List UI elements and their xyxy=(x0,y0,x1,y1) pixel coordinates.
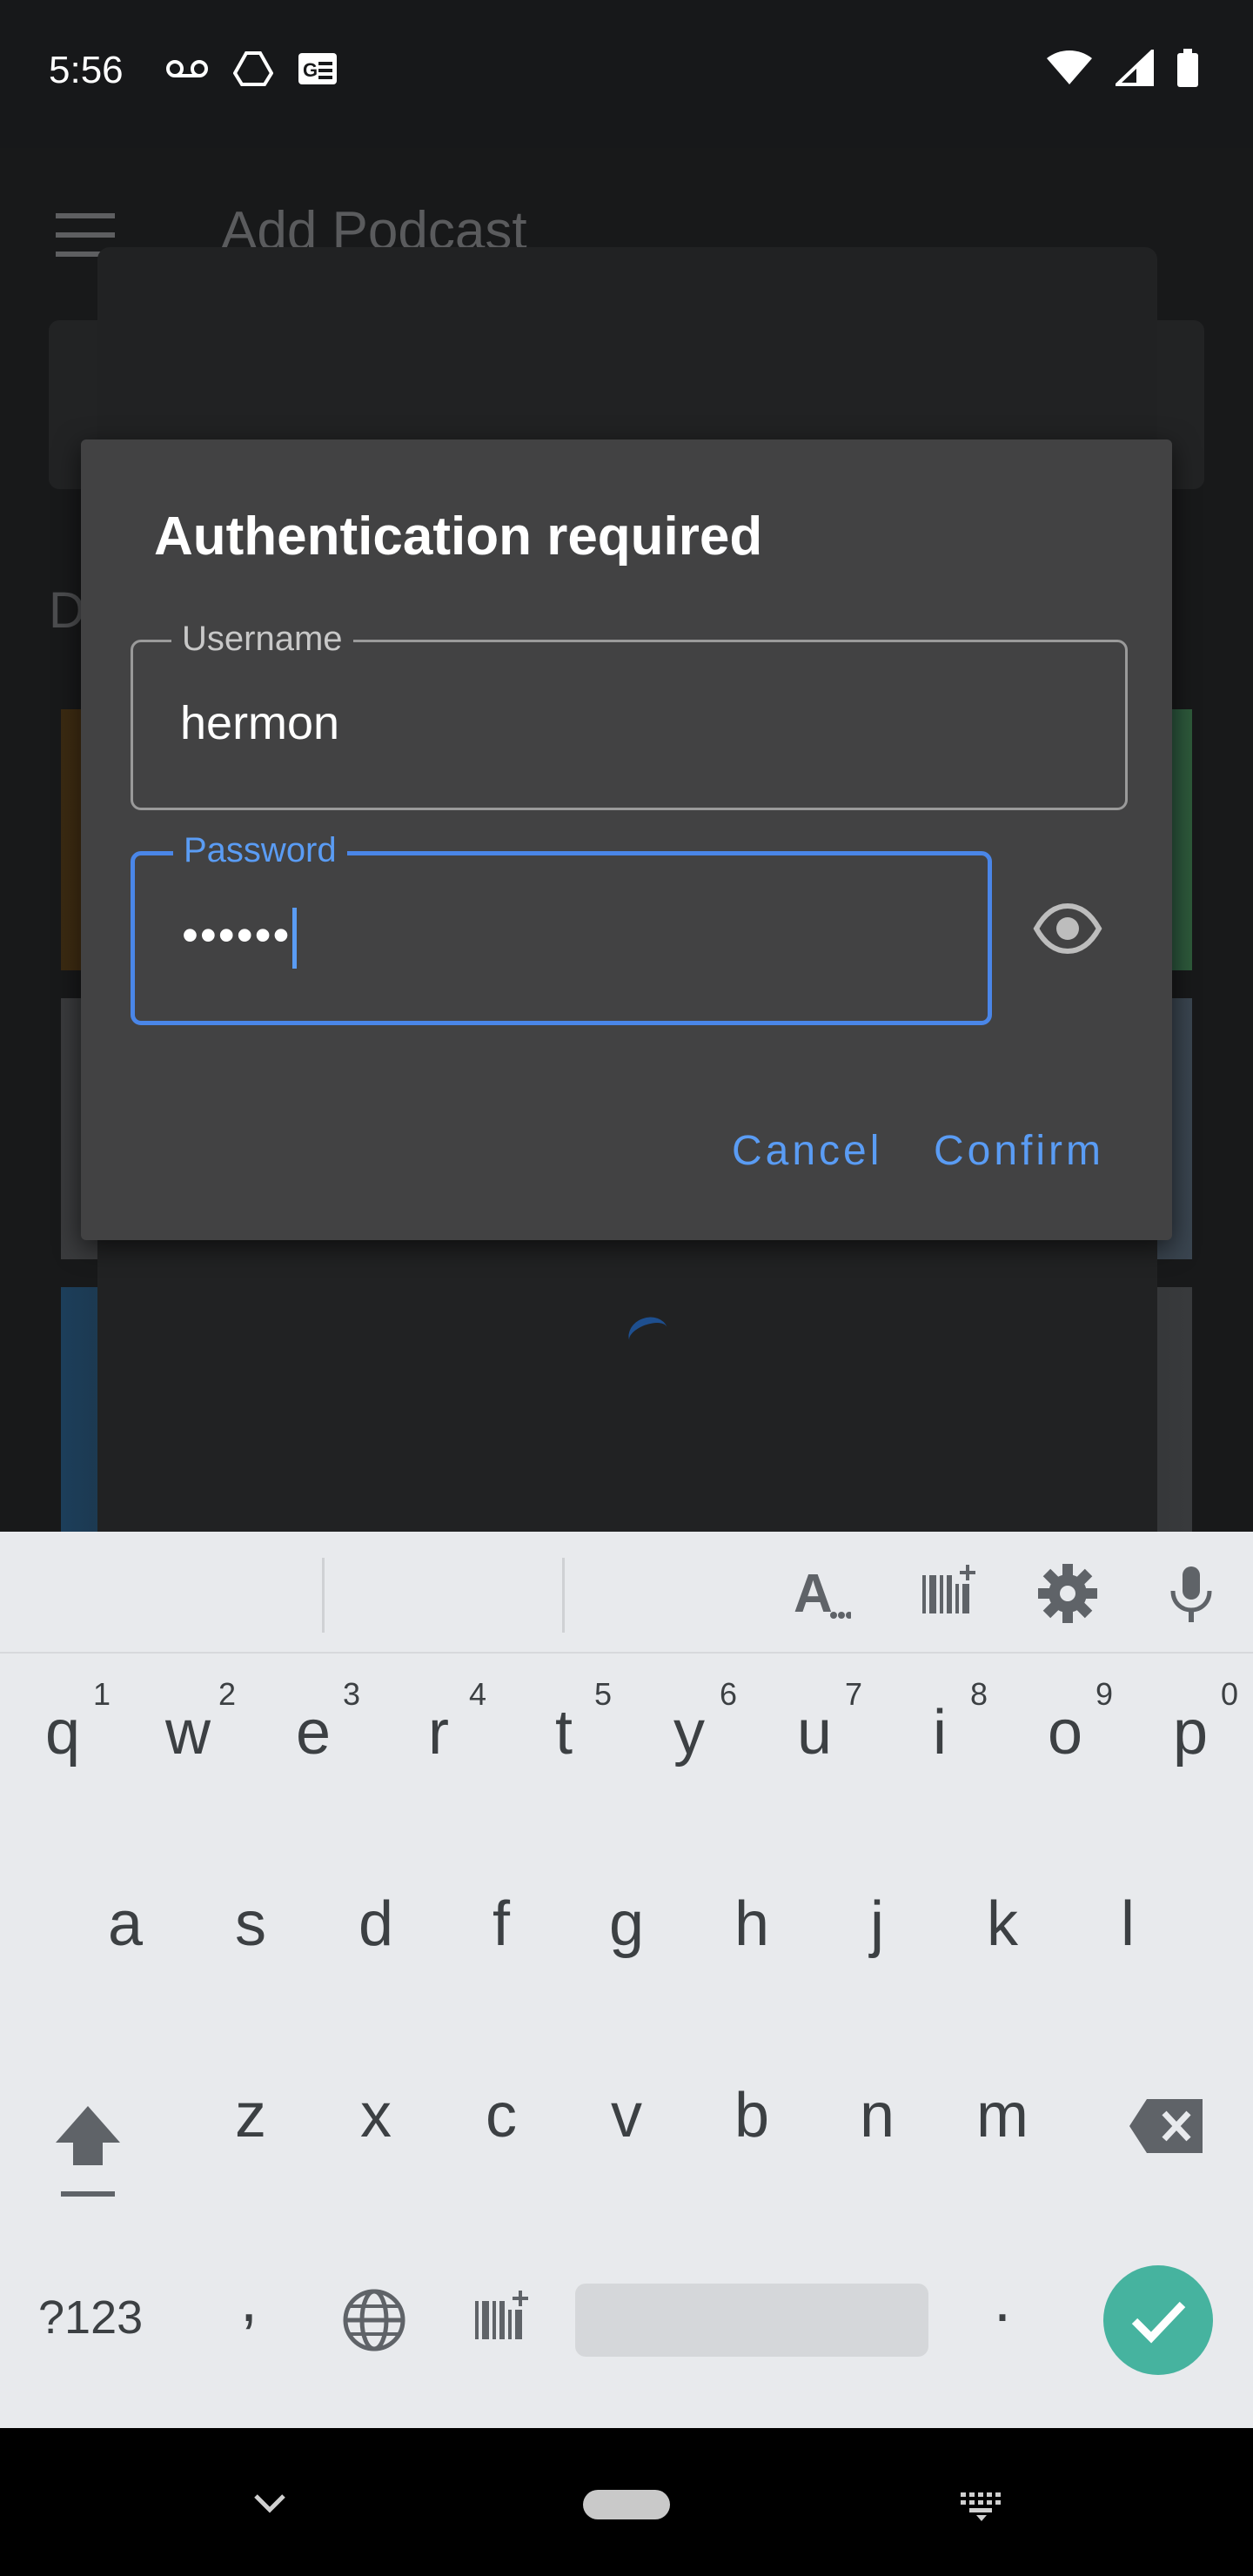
home-pill[interactable] xyxy=(583,2490,670,2519)
key-o[interactable]: o xyxy=(1013,1697,1117,1768)
key-p[interactable]: p xyxy=(1138,1697,1243,1768)
mic-icon[interactable] xyxy=(1161,1563,1222,1624)
comma-key[interactable]: , xyxy=(197,2264,301,2336)
enter-key[interactable] xyxy=(1103,2265,1213,2375)
period-key[interactable]: . xyxy=(950,2264,1055,2336)
symbols-key[interactable]: ?123 xyxy=(38,2291,143,2345)
back-chevron-icon[interactable] xyxy=(252,2492,287,2515)
key-q[interactable]: q xyxy=(10,1697,115,1768)
password-dots: •••••• xyxy=(182,909,291,962)
key-t[interactable]: t xyxy=(512,1697,616,1768)
key-b[interactable]: b xyxy=(700,2080,804,2151)
key-y[interactable]: y xyxy=(637,1697,741,1768)
key-k[interactable]: k xyxy=(950,1888,1055,1960)
suggestion-divider xyxy=(322,1558,325,1633)
key-g[interactable]: g xyxy=(574,1888,679,1960)
backspace-key[interactable] xyxy=(1128,2097,1206,2155)
key-d[interactable]: d xyxy=(324,1888,428,1960)
authentication-dialog: Authentication required Username hermon … xyxy=(81,439,1172,1240)
key-r[interactable]: r xyxy=(386,1697,491,1768)
key-j[interactable]: j xyxy=(825,1888,929,1960)
cancel-button[interactable]: Cancel xyxy=(732,1127,882,1175)
key-s[interactable]: s xyxy=(198,1888,303,1960)
voicemail-icon xyxy=(166,60,208,77)
key-u[interactable]: u xyxy=(762,1697,867,1768)
svg-text:G: G xyxy=(303,59,318,81)
key-v[interactable]: v xyxy=(574,2080,679,2151)
key-n[interactable]: n xyxy=(825,2080,929,2151)
text-style-icon[interactable]: A xyxy=(790,1563,851,1624)
space-key[interactable] xyxy=(575,2284,928,2357)
key-w[interactable]: w xyxy=(136,1697,240,1768)
checkmark-icon xyxy=(1131,2301,1186,2344)
settings-icon[interactable] xyxy=(1037,1563,1098,1624)
globe-key[interactable] xyxy=(341,2287,407,2353)
password-label: Password xyxy=(173,831,347,870)
battery-icon xyxy=(1177,49,1198,87)
dialog-title: Authentication required xyxy=(154,506,763,567)
keyboard: A 1 2 3 4 5 6 7 8 9 0 q w e r t y u i o … xyxy=(0,1532,1253,2428)
keyboard-suggestion-bar: A xyxy=(0,1532,1253,1654)
key-l[interactable]: l xyxy=(1075,1888,1180,1960)
key-e[interactable]: e xyxy=(261,1697,365,1768)
key-f[interactable]: f xyxy=(449,1888,553,1960)
username-field[interactable]: Username hermon xyxy=(131,620,1128,810)
username-label: Username xyxy=(171,620,353,659)
status-bar: 5:56 G xyxy=(0,0,1253,148)
shift-key[interactable] xyxy=(49,2097,127,2202)
text-cursor xyxy=(292,908,298,969)
key-z[interactable]: z xyxy=(198,2080,303,2151)
barcode-key[interactable] xyxy=(472,2289,533,2350)
keyboard-switch-icon[interactable] xyxy=(957,2491,1006,2522)
key-h[interactable]: h xyxy=(700,1888,804,1960)
background-section-label: D xyxy=(49,582,85,639)
key-i[interactable]: i xyxy=(888,1697,992,1768)
drive-icon xyxy=(233,51,273,86)
confirm-button[interactable]: Confirm xyxy=(934,1127,1104,1175)
svg-text:A: A xyxy=(794,1564,833,1624)
key-m[interactable]: m xyxy=(950,2080,1055,2151)
barcode-icon[interactable] xyxy=(919,1563,980,1624)
key-c[interactable]: c xyxy=(449,2080,553,2151)
key-a[interactable]: a xyxy=(73,1888,178,1960)
wifi-icon xyxy=(1047,50,1092,84)
key-x[interactable]: x xyxy=(324,2080,428,2151)
news-icon: G xyxy=(298,53,337,84)
password-field[interactable]: Password •••••• xyxy=(131,831,992,1025)
suggestion-divider xyxy=(562,1558,565,1633)
signal-icon xyxy=(1116,50,1154,86)
status-time: 5:56 xyxy=(49,49,124,91)
username-value: hermon xyxy=(180,697,340,749)
show-password-icon[interactable] xyxy=(1033,894,1102,963)
password-value: •••••• xyxy=(182,908,298,969)
